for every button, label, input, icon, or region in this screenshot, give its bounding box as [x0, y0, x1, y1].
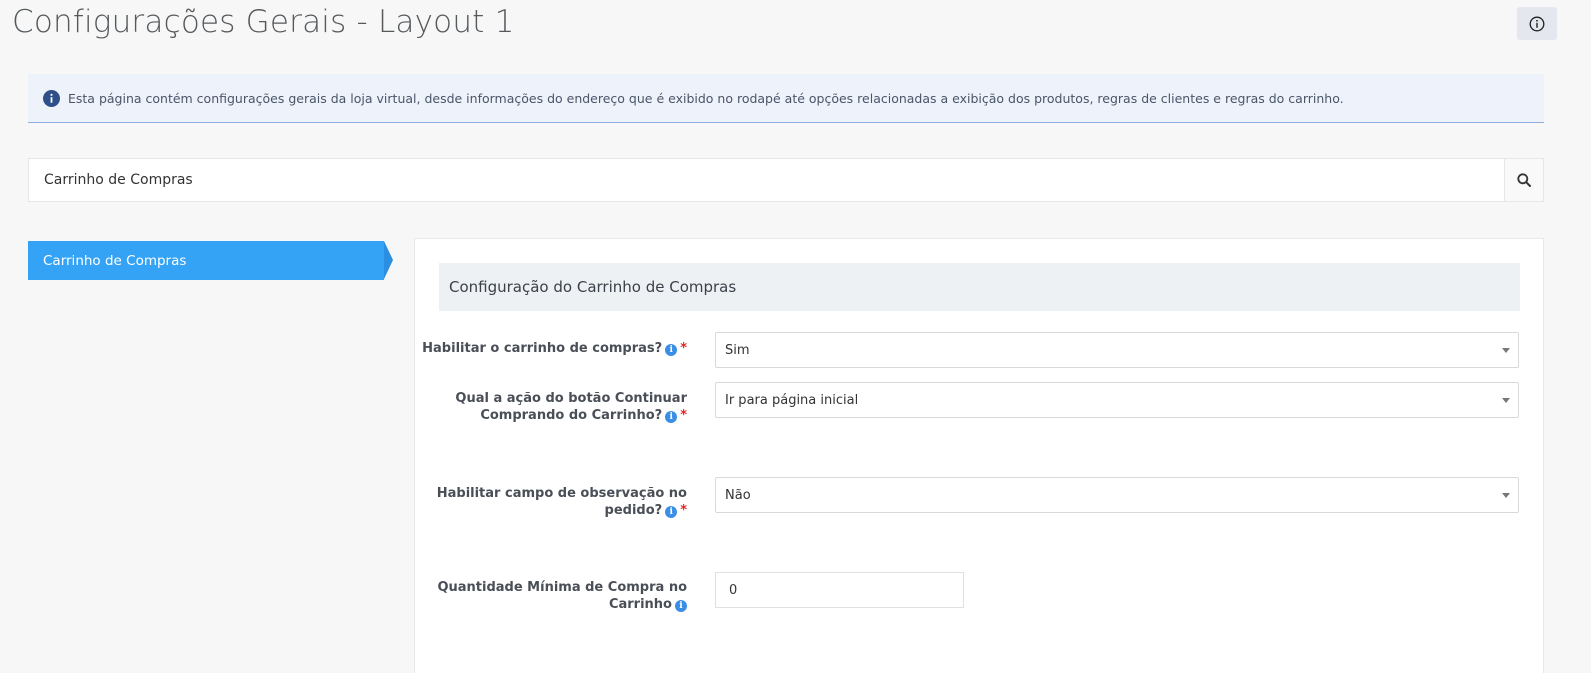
sidebar-item-label: Carrinho de Compras — [43, 252, 187, 269]
page-title: Configurações Gerais - Layout 1 — [12, 4, 515, 40]
chevron-down-icon — [1502, 348, 1510, 353]
field-label-habilitar-carrinho: Habilitar o carrinho de compras? i * — [422, 341, 687, 356]
info-icon[interactable]: i — [675, 600, 687, 612]
settings-panel: Configuração do Carrinho de Compras Habi… — [414, 238, 1544, 673]
help-button[interactable] — [1517, 7, 1557, 40]
search-button[interactable] — [1504, 159, 1543, 201]
select-acao-continuar-comprando[interactable]: Ir para página inicial — [715, 382, 1519, 418]
quantidade-minima-input[interactable] — [715, 572, 964, 608]
info-icon[interactable]: i — [665, 506, 678, 518]
select-habilitar-carrinho[interactable]: Sim — [715, 332, 1519, 368]
search-input[interactable] — [29, 159, 1504, 201]
required-marker: * — [680, 341, 687, 356]
field-label-acao-continuar-comprando: Qual a ação do botão Continuar Comprando… — [455, 391, 687, 423]
info-alert: Esta página contém configurações gerais … — [28, 74, 1544, 123]
field-label-quantidade-minima: Quantidade Mínima de Compra no Carrinho i — [437, 580, 687, 612]
section-title: Configuração do Carrinho de Compras — [439, 263, 1520, 311]
required-marker: * — [680, 503, 687, 518]
info-icon[interactable]: i — [665, 344, 678, 356]
search-icon — [1517, 173, 1531, 187]
chevron-down-icon — [1502, 493, 1510, 498]
info-circle-icon — [1529, 16, 1545, 31]
sidebar-item-carrinho-de-compras[interactable]: Carrinho de Compras — [28, 241, 393, 280]
chevron-down-icon — [1502, 398, 1510, 403]
field-label-campo-observacao: Habilitar campo de observação no pedido?… — [436, 486, 687, 518]
select-campo-observacao[interactable]: Não — [715, 477, 1519, 513]
required-marker: * — [680, 408, 687, 423]
info-circle-icon — [43, 89, 60, 107]
alert-text: Esta página contém configurações gerais … — [68, 90, 1344, 106]
search-box — [28, 158, 1544, 202]
info-icon[interactable]: i — [665, 411, 678, 423]
